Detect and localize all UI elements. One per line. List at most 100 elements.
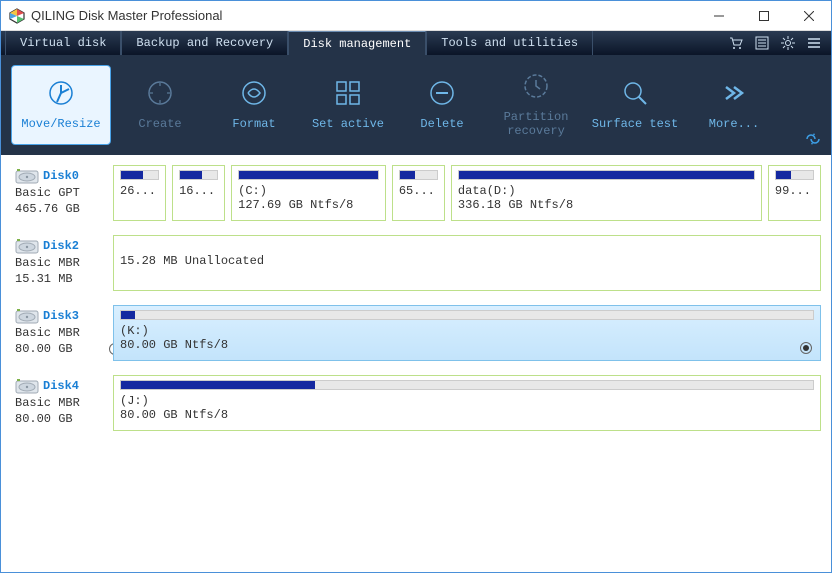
partition-recovery-icon bbox=[522, 72, 550, 104]
disk-name: Disk2 bbox=[43, 239, 79, 253]
partition-size: 16... bbox=[179, 184, 218, 198]
disk-type: Basic MBR bbox=[15, 325, 107, 341]
gear-icon[interactable] bbox=[781, 36, 795, 50]
disk-info-cell: Disk4 Basic MBR80.00 GB bbox=[11, 375, 107, 431]
disk-size: 465.76 GB bbox=[15, 201, 107, 217]
partition-size: 80.00 GB Ntfs/8 bbox=[120, 338, 814, 352]
disk-row: Disk3 Basic MBR80.00 GB (K:)80.00 GB Ntfs/… bbox=[11, 305, 821, 361]
create-icon bbox=[146, 79, 174, 111]
refresh-icon[interactable] bbox=[805, 133, 821, 149]
partition-recovery-button[interactable]: Partition recovery bbox=[491, 65, 581, 145]
more-icon bbox=[720, 79, 748, 111]
drive-icon bbox=[15, 167, 39, 185]
set-active-label: Set active bbox=[312, 117, 384, 131]
window-title: QILING Disk Master Professional bbox=[31, 8, 696, 23]
partition-block[interactable]: 99... bbox=[768, 165, 821, 221]
partition-size: 336.18 GB Ntfs/8 bbox=[458, 198, 755, 212]
main-tabbar: Virtual disk Backup and Recovery Disk ma… bbox=[1, 31, 831, 55]
move-resize-icon bbox=[47, 79, 75, 111]
surface-test-icon bbox=[621, 79, 649, 111]
usage-bar bbox=[120, 380, 814, 390]
partition-size: 26... bbox=[120, 184, 159, 198]
disk-type: Basic MBR bbox=[15, 395, 107, 411]
partition-size: 65... bbox=[399, 184, 438, 198]
maximize-button[interactable] bbox=[741, 1, 786, 30]
partition-container: 26... 16... (C:)127.69 GB Ntfs/8 65... data(… bbox=[113, 165, 821, 221]
tab-backup-recovery[interactable]: Backup and Recovery bbox=[121, 31, 288, 55]
usage-bar bbox=[399, 170, 438, 180]
partition-size: 80.00 GB Ntfs/8 bbox=[120, 408, 814, 422]
partition-block[interactable]: 26... bbox=[113, 165, 166, 221]
delete-icon bbox=[428, 79, 456, 111]
tab-tools-utilities[interactable]: Tools and utilities bbox=[426, 31, 593, 55]
partition-container: 15.28 MB Unallocated bbox=[113, 235, 821, 291]
disk-info-cell: Disk2 Basic MBR15.31 MB bbox=[11, 235, 107, 291]
surface-test-label: Surface test bbox=[592, 117, 678, 131]
tab-virtual-disk[interactable]: Virtual disk bbox=[5, 31, 121, 55]
disk-info-cell: Disk0 Basic GPT465.76 GB bbox=[11, 165, 107, 221]
usage-bar bbox=[120, 170, 159, 180]
disk-name: Disk4 bbox=[43, 379, 79, 393]
partition-block[interactable]: 15.28 MB Unallocated bbox=[113, 235, 821, 291]
drive-icon bbox=[15, 307, 39, 325]
drive-icon bbox=[15, 237, 39, 255]
create-button[interactable]: Create bbox=[115, 65, 205, 145]
disk-size: 15.31 MB bbox=[15, 271, 107, 287]
partition-select-radio[interactable] bbox=[800, 342, 812, 354]
partition-block[interactable]: 16... bbox=[172, 165, 225, 221]
partition-block[interactable]: data(D:)336.18 GB Ntfs/8 bbox=[451, 165, 762, 221]
create-label: Create bbox=[138, 117, 181, 131]
partition-label: (K:) bbox=[120, 324, 814, 338]
usage-bar bbox=[238, 170, 379, 180]
menu-icon[interactable] bbox=[807, 36, 821, 50]
partition-label: (J:) bbox=[120, 394, 814, 408]
delete-button[interactable]: Delete bbox=[397, 65, 487, 145]
partition-container: (J:)80.00 GB Ntfs/8 bbox=[113, 375, 821, 431]
partition-block[interactable]: (K:)80.00 GB Ntfs/8 bbox=[113, 305, 821, 361]
partition-size: 99... bbox=[775, 184, 814, 198]
more-button[interactable]: More... bbox=[689, 65, 779, 145]
disk-name: Disk0 bbox=[43, 169, 79, 183]
format-label: Format bbox=[232, 117, 275, 131]
partition-label: (C:) bbox=[238, 184, 379, 198]
disk-name: Disk3 bbox=[43, 309, 79, 323]
drive-icon bbox=[15, 377, 39, 395]
set-active-button[interactable]: Set active bbox=[303, 65, 393, 145]
partition-size: 15.28 MB Unallocated bbox=[120, 254, 814, 268]
usage-bar bbox=[458, 170, 755, 180]
move-resize-button[interactable]: Move/Resize bbox=[11, 65, 111, 145]
partition-block[interactable]: (J:)80.00 GB Ntfs/8 bbox=[113, 375, 821, 431]
set-active-icon bbox=[334, 79, 362, 111]
partition-label: data(D:) bbox=[458, 184, 755, 198]
usage-bar bbox=[120, 310, 814, 320]
disk-type: Basic GPT bbox=[15, 185, 107, 201]
tab-disk-management[interactable]: Disk management bbox=[288, 31, 426, 55]
action-toolbar: Move/Resize Create Format Set active Del… bbox=[1, 55, 831, 155]
disk-type: Basic MBR bbox=[15, 255, 107, 271]
partition-size: 127.69 GB Ntfs/8 bbox=[238, 198, 379, 212]
partition-block[interactable]: 65... bbox=[392, 165, 445, 221]
partition-block[interactable]: (C:)127.69 GB Ntfs/8 bbox=[231, 165, 386, 221]
disk-size: 80.00 GB bbox=[15, 411, 107, 427]
app-icon bbox=[9, 8, 25, 24]
list-icon[interactable] bbox=[755, 36, 769, 50]
partition-container: (K:)80.00 GB Ntfs/8 bbox=[113, 305, 821, 361]
disk-size: 80.00 GB bbox=[15, 341, 107, 357]
surface-test-button[interactable]: Surface test bbox=[585, 65, 685, 145]
disk-info-cell: Disk3 Basic MBR80.00 GB bbox=[11, 305, 107, 361]
disk-list-panel: Disk0 Basic GPT465.76 GB 26... 16... (C:)127… bbox=[1, 155, 831, 572]
disk-row: Disk2 Basic MBR15.31 MB 15.28 MB Unallocat… bbox=[11, 235, 821, 291]
usage-bar bbox=[775, 170, 814, 180]
format-icon bbox=[240, 79, 268, 111]
partition-recovery-label: Partition recovery bbox=[504, 110, 569, 138]
disk-row: Disk4 Basic MBR80.00 GB (J:)80.00 GB Ntfs/… bbox=[11, 375, 821, 431]
delete-label: Delete bbox=[420, 117, 463, 131]
cart-icon[interactable] bbox=[729, 36, 743, 50]
window-titlebar: QILING Disk Master Professional bbox=[1, 1, 831, 31]
move-resize-label: Move/Resize bbox=[21, 117, 100, 131]
more-label: More... bbox=[709, 117, 759, 131]
format-button[interactable]: Format bbox=[209, 65, 299, 145]
close-button[interactable] bbox=[786, 1, 831, 30]
minimize-button[interactable] bbox=[696, 1, 741, 30]
usage-bar bbox=[179, 170, 218, 180]
